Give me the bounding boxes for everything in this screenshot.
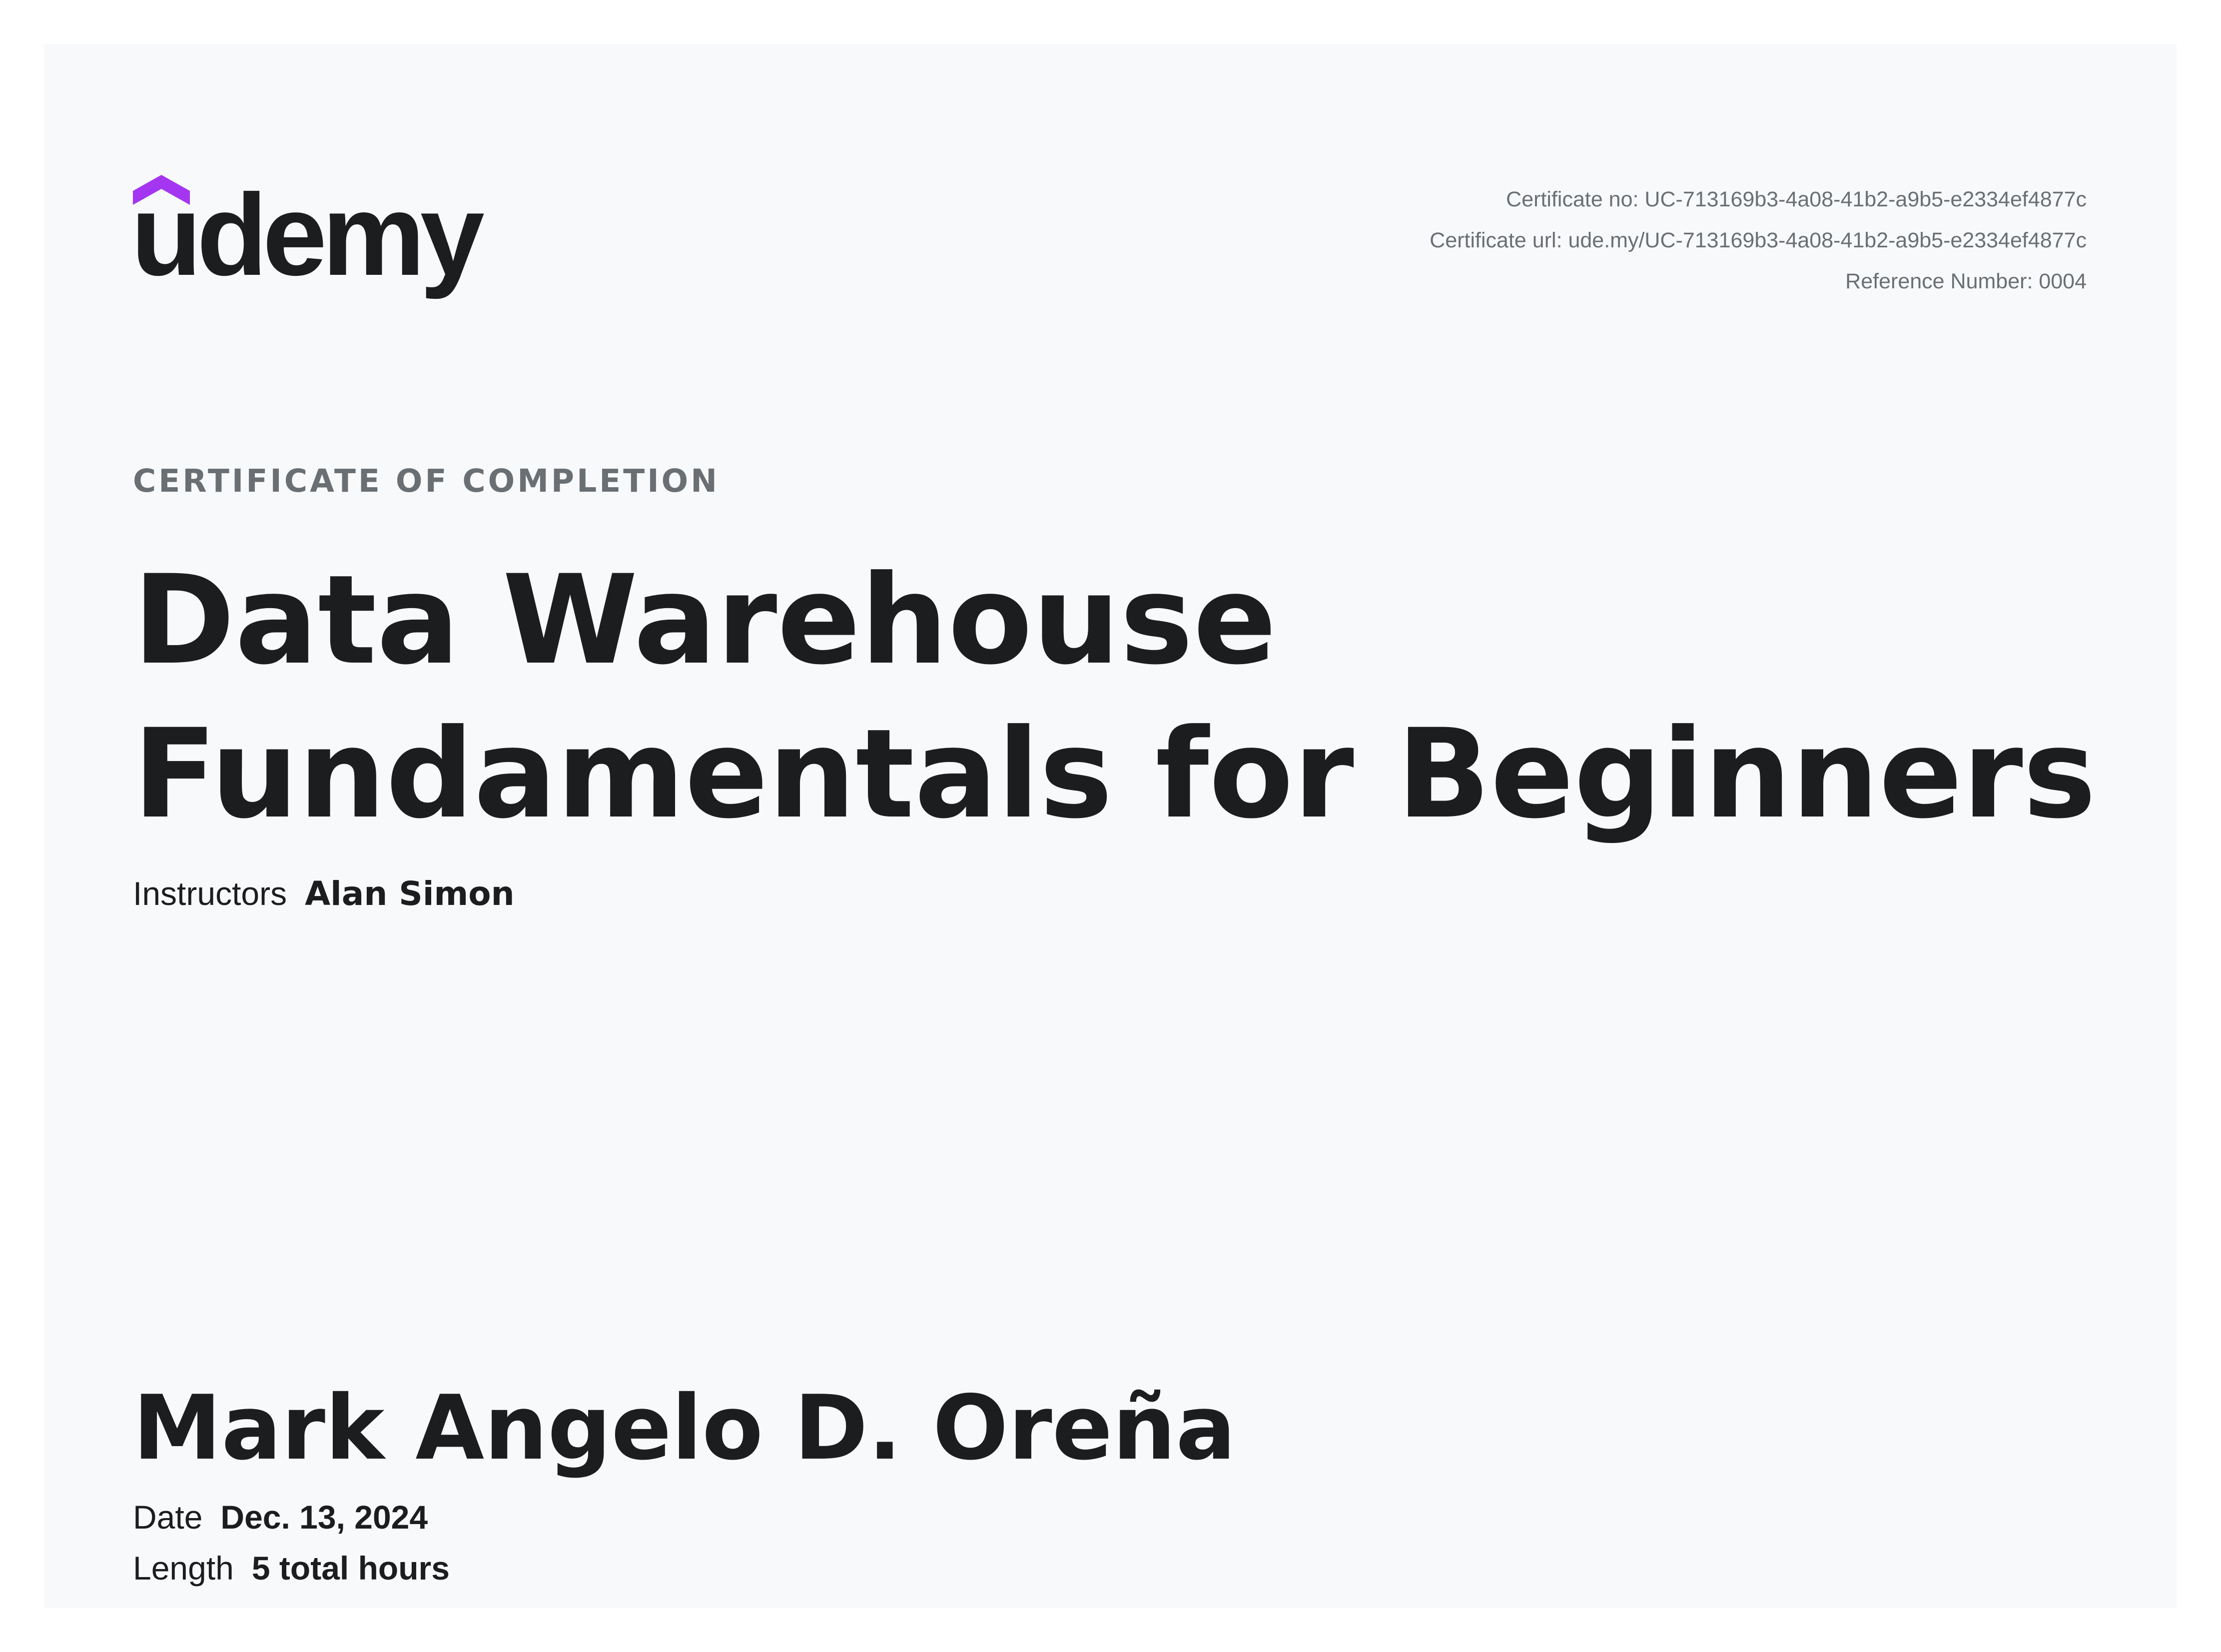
instructors-value: Alan Simon <box>305 874 515 913</box>
date-value: Dec. 13, 2024 <box>220 1499 428 1536</box>
udemy-logo: udemy <box>133 175 493 315</box>
logo-wordmark: udemy <box>133 175 484 300</box>
certificate-card: udemy Certificate no: UC-713169b3-4a08-4… <box>44 44 2177 1608</box>
course-title: Data Warehouse Fundamentals for Beginner… <box>133 544 2182 851</box>
certificate-kicker: CERTIFICATE OF COMPLETION <box>133 463 720 499</box>
certificate-meta: Certificate no: UC-713169b3-4a08-41b2-a9… <box>1287 179 2087 302</box>
date-row: Date Dec. 13, 2024 <box>133 1498 428 1536</box>
instructors-label: Instructors <box>133 875 287 912</box>
udemy-logo-mark: udemy <box>133 175 489 300</box>
date-label: Date <box>133 1499 203 1536</box>
length-row: Length 5 total hours <box>133 1549 450 1587</box>
length-label: Length <box>133 1550 234 1587</box>
reference-number: Reference Number: 0004 <box>1845 269 2087 293</box>
certificate-number: Certificate no: UC-713169b3-4a08-41b2-a9… <box>1506 187 2087 211</box>
recipient-name: Mark Angelo D. Oreña <box>133 1376 1236 1480</box>
certificate-url: Certificate url: ude.my/UC-713169b3-4a08… <box>1430 228 2087 252</box>
instructors-row: Instructors Alan Simon <box>133 874 515 913</box>
course-title-line-1: Data Warehouse <box>133 549 1277 692</box>
course-title-line-2: Fundamentals for Beginners <box>133 703 2097 846</box>
length-value: 5 total hours <box>251 1550 450 1587</box>
